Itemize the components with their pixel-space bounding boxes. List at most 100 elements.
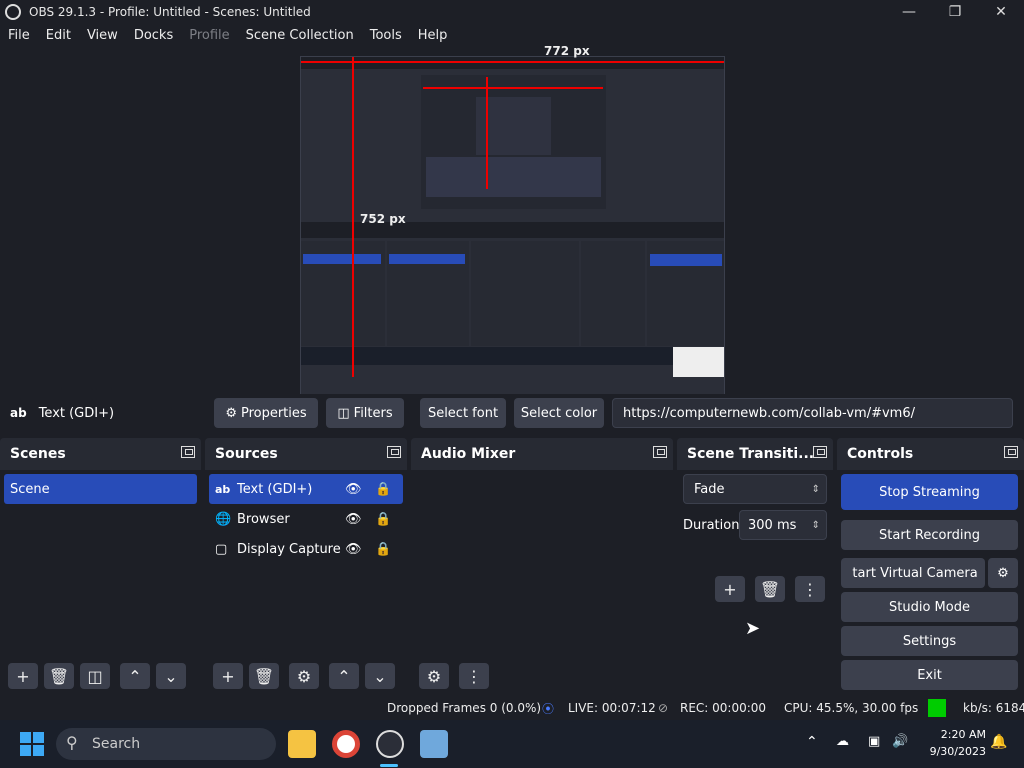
- chevron-updown-icon: ⇕: [811, 483, 820, 495]
- lock-icon[interactable]: 🔒: [375, 512, 391, 527]
- move-scene-down-button[interactable]: ⌄: [156, 663, 186, 689]
- undock-icon[interactable]: [1004, 446, 1018, 458]
- menu-view[interactable]: View: [79, 28, 126, 43]
- remove-scene-button[interactable]: 🗑: [44, 663, 74, 689]
- transition-properties-button[interactable]: ⋮: [795, 576, 825, 602]
- remove-transition-button[interactable]: 🗑: [755, 576, 785, 602]
- nested-taskbar: [301, 347, 724, 365]
- network-icon[interactable]: ▣: [868, 734, 880, 749]
- source-label: Text (GDI+): [237, 481, 313, 497]
- exit-button[interactable]: Exit: [841, 660, 1018, 690]
- start-virtual-camera-button[interactable]: tart Virtual Camera: [841, 558, 985, 588]
- add-scene-button[interactable]: +: [8, 663, 38, 689]
- filter-icon: ◫: [337, 405, 350, 421]
- cpu-fps: CPU: 45.5%, 30.00 fps: [784, 701, 919, 715]
- menu-tools[interactable]: Tools: [362, 28, 410, 43]
- guide-line-inner-left: [486, 77, 488, 189]
- lock-icon[interactable]: 🔒: [375, 542, 391, 557]
- file-explorer-icon[interactable]: [288, 730, 316, 758]
- add-source-button[interactable]: +: [213, 663, 243, 689]
- duration-value: 300 ms: [748, 517, 797, 533]
- add-transition-button[interactable]: +: [715, 576, 745, 602]
- nested-menu-strip: [301, 57, 724, 69]
- guide-line-left: [352, 57, 354, 377]
- active-app-indicator: [380, 764, 398, 767]
- advanced-audio-settings-icon[interactable]: ⚙: [419, 663, 449, 689]
- clock[interactable]: 2:20 AM 9/30/2023: [922, 726, 986, 760]
- filters-button[interactable]: ◫ Filters: [326, 398, 404, 428]
- selected-source-name: Text (GDI+): [38, 405, 115, 421]
- menu-help[interactable]: Help: [410, 28, 456, 43]
- text-input-field[interactable]: https://computernewb.com/collab-vm/#vm6/: [612, 398, 1013, 428]
- preview-canvas[interactable]: [300, 56, 725, 422]
- volume-icon[interactable]: 🔊: [892, 734, 908, 749]
- obs-logo-icon: [5, 4, 21, 20]
- properties-button[interactable]: ⚙ Properties: [214, 398, 318, 428]
- source-item-text[interactable]: ab Text (GDI+) 👁 🔒: [209, 474, 403, 504]
- minimize-button[interactable]: —: [886, 0, 932, 24]
- taskbar: ⚲ Search ⌃ ☁ ▣ 🔊 2:20 AM 9/30/2023 🔔: [0, 720, 1024, 768]
- menu-edit[interactable]: Edit: [38, 28, 79, 43]
- menu-file[interactable]: File: [0, 28, 38, 43]
- settings-button[interactable]: Settings: [841, 626, 1018, 656]
- undock-icon[interactable]: [387, 446, 401, 458]
- source-item-display-capture[interactable]: ▢ Display Capture 👁 🔒: [205, 534, 407, 564]
- onedrive-icon[interactable]: ☁: [836, 734, 849, 749]
- chrome-icon[interactable]: [332, 730, 360, 758]
- source-properties-button[interactable]: ⚙: [289, 663, 319, 689]
- remove-source-button[interactable]: 🗑: [249, 663, 279, 689]
- obs-taskbar-icon[interactable]: [376, 730, 404, 758]
- undock-icon[interactable]: [181, 446, 195, 458]
- eye-icon[interactable]: 👁: [345, 482, 362, 497]
- stream-health-indicator: [928, 699, 946, 717]
- source-item-browser[interactable]: 🌐 Browser 👁 🔒: [205, 504, 407, 534]
- selected-source: ab Text (GDI+): [10, 406, 210, 421]
- move-source-up-button[interactable]: ⌃: [329, 663, 359, 689]
- controls-dock: Controls Stop Streaming Start Recording …: [837, 438, 1024, 696]
- menu-docks[interactable]: Docks: [126, 28, 181, 43]
- scene-filters-button[interactable]: ◫: [80, 663, 110, 689]
- search-placeholder: Search: [92, 736, 141, 752]
- chevron-up-icon[interactable]: ⌃: [806, 734, 818, 750]
- nested-scene-selected: [303, 254, 381, 264]
- lock-icon[interactable]: 🔒: [375, 482, 391, 497]
- dropped-frames: Dropped Frames 0 (0.0%): [387, 701, 542, 715]
- preview-area[interactable]: 772 px 752 px: [0, 44, 1024, 422]
- close-button[interactable]: ✕: [978, 0, 1024, 24]
- clock-time: 2:20 AM: [940, 728, 986, 741]
- select-color-button[interactable]: Select color: [514, 398, 604, 428]
- undock-icon[interactable]: [813, 446, 827, 458]
- source-toolbar: ab Text (GDI+) ⚙ Properties ◫ Filters Sele…: [0, 394, 1024, 432]
- eye-icon[interactable]: 👁: [345, 512, 362, 527]
- more-options-icon[interactable]: ⋮: [459, 663, 489, 689]
- properties-label: Properties: [240, 405, 307, 421]
- studio-mode-button[interactable]: Studio Mode: [841, 592, 1018, 622]
- stop-streaming-button[interactable]: Stop Streaming: [841, 474, 1018, 510]
- virtual-camera-settings-gear-icon[interactable]: ⚙: [988, 558, 1018, 588]
- nested-mixer-dock: [471, 241, 579, 346]
- controls-title: Controls: [847, 446, 914, 462]
- eye-icon[interactable]: 👁: [345, 542, 362, 557]
- notification-bell-icon[interactable]: 🔔: [990, 734, 1007, 750]
- duration-spinbox[interactable]: 300 ms ⇕: [739, 510, 827, 540]
- duration-label: Duration: [683, 518, 740, 533]
- select-font-button[interactable]: Select font: [420, 398, 506, 428]
- transition-select[interactable]: Fade ⇕: [683, 474, 827, 504]
- nested-stop-streaming: [650, 254, 722, 266]
- move-source-down-button[interactable]: ⌄: [365, 663, 395, 689]
- resource-monitor-icon[interactable]: [420, 730, 448, 758]
- menu-scene-collection[interactable]: Scene Collection: [238, 28, 362, 43]
- scenes-title: Scenes: [10, 446, 66, 462]
- maximize-button[interactable]: ❐: [932, 0, 978, 24]
- chevron-updown-icon[interactable]: ⇕: [812, 520, 820, 531]
- taskbar-search[interactable]: ⚲ Search: [56, 728, 276, 760]
- windows-start-icon[interactable]: [20, 732, 44, 756]
- start-recording-button[interactable]: Start Recording: [841, 520, 1018, 550]
- undock-icon[interactable]: [653, 446, 667, 458]
- audio-mixer-title: Audio Mixer: [421, 446, 516, 462]
- rec-time: REC: 00:00:00: [680, 701, 767, 715]
- scene-transitions-dock: Scene Transiti... Fade ⇕ Duration 300 ms…: [677, 438, 833, 696]
- move-scene-up-button[interactable]: ⌃: [120, 663, 150, 689]
- scene-item[interactable]: Scene: [4, 474, 197, 504]
- menu-profile[interactable]: Profile: [181, 28, 237, 43]
